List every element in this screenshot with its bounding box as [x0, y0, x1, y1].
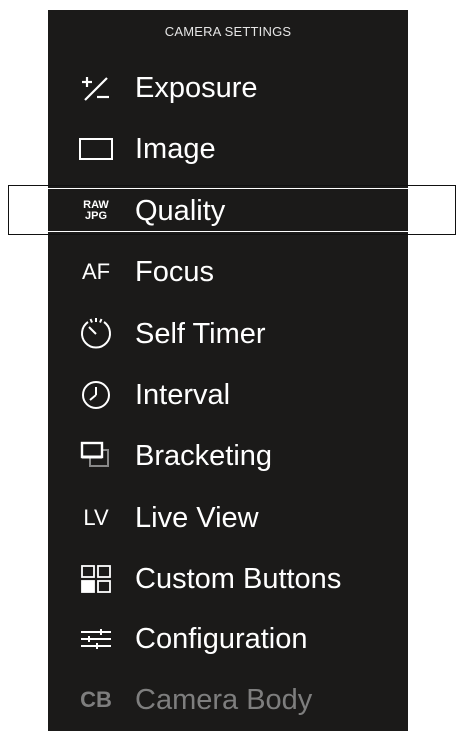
menu-item-label: Custom Buttons: [135, 563, 342, 595]
menu-item-interval[interactable]: Interval: [48, 365, 408, 425]
camera-settings-menu: CAMERA SETTINGS Exposure Image RAW JPG Q…: [48, 10, 408, 731]
rectangle-icon: [74, 127, 118, 171]
menu-item-image[interactable]: Image: [48, 119, 408, 179]
menu-item-custom-buttons[interactable]: Custom Buttons: [48, 549, 408, 609]
menu-item-camera-body[interactable]: CB Camera Body: [48, 670, 408, 730]
menu-item-focus[interactable]: AF Focus: [48, 242, 408, 302]
raw-jpg-icon: RAW JPG: [74, 189, 118, 233]
configuration-sliders-icon: [74, 617, 118, 661]
af-icon: AF: [74, 250, 118, 294]
cb-icon: CB: [74, 678, 118, 722]
menu-title: CAMERA SETTINGS: [164, 24, 292, 39]
menu-item-label: Exposure: [135, 72, 258, 104]
menu-item-configuration[interactable]: Configuration: [48, 609, 408, 669]
menu-item-label: Camera Body: [135, 684, 313, 716]
menu-item-label: Focus: [135, 256, 214, 288]
self-timer-icon: [74, 312, 118, 356]
menu-item-label: Quality: [135, 195, 226, 227]
menu-item-bracketing[interactable]: Bracketing: [48, 426, 408, 486]
menu-item-label: Bracketing: [135, 440, 273, 472]
menu-item-label: Configuration: [135, 623, 308, 655]
menu-item-label: Live View: [135, 502, 259, 534]
menu-item-label: Interval: [135, 379, 231, 411]
cb-icon-text: CB: [80, 687, 112, 712]
lv-icon-text: LV: [83, 505, 109, 530]
menu-item-self-timer[interactable]: Self Timer: [48, 304, 408, 364]
af-icon-text: AF: [81, 259, 111, 284]
jpg-label: JPG: [84, 210, 107, 222]
menu-item-exposure[interactable]: Exposure: [48, 58, 408, 118]
menu-item-live-view[interactable]: LV Live View: [48, 488, 408, 548]
lv-icon: LV: [74, 496, 118, 540]
interval-clock-icon: [74, 373, 118, 417]
menu-item-quality[interactable]: RAW JPG Quality: [48, 181, 408, 241]
plus-minus-icon: [74, 66, 118, 110]
bracketing-icon: [74, 434, 118, 478]
custom-buttons-icon: [74, 557, 118, 601]
menu-item-label: Image: [135, 133, 216, 165]
menu-item-label: Self Timer: [135, 318, 266, 350]
